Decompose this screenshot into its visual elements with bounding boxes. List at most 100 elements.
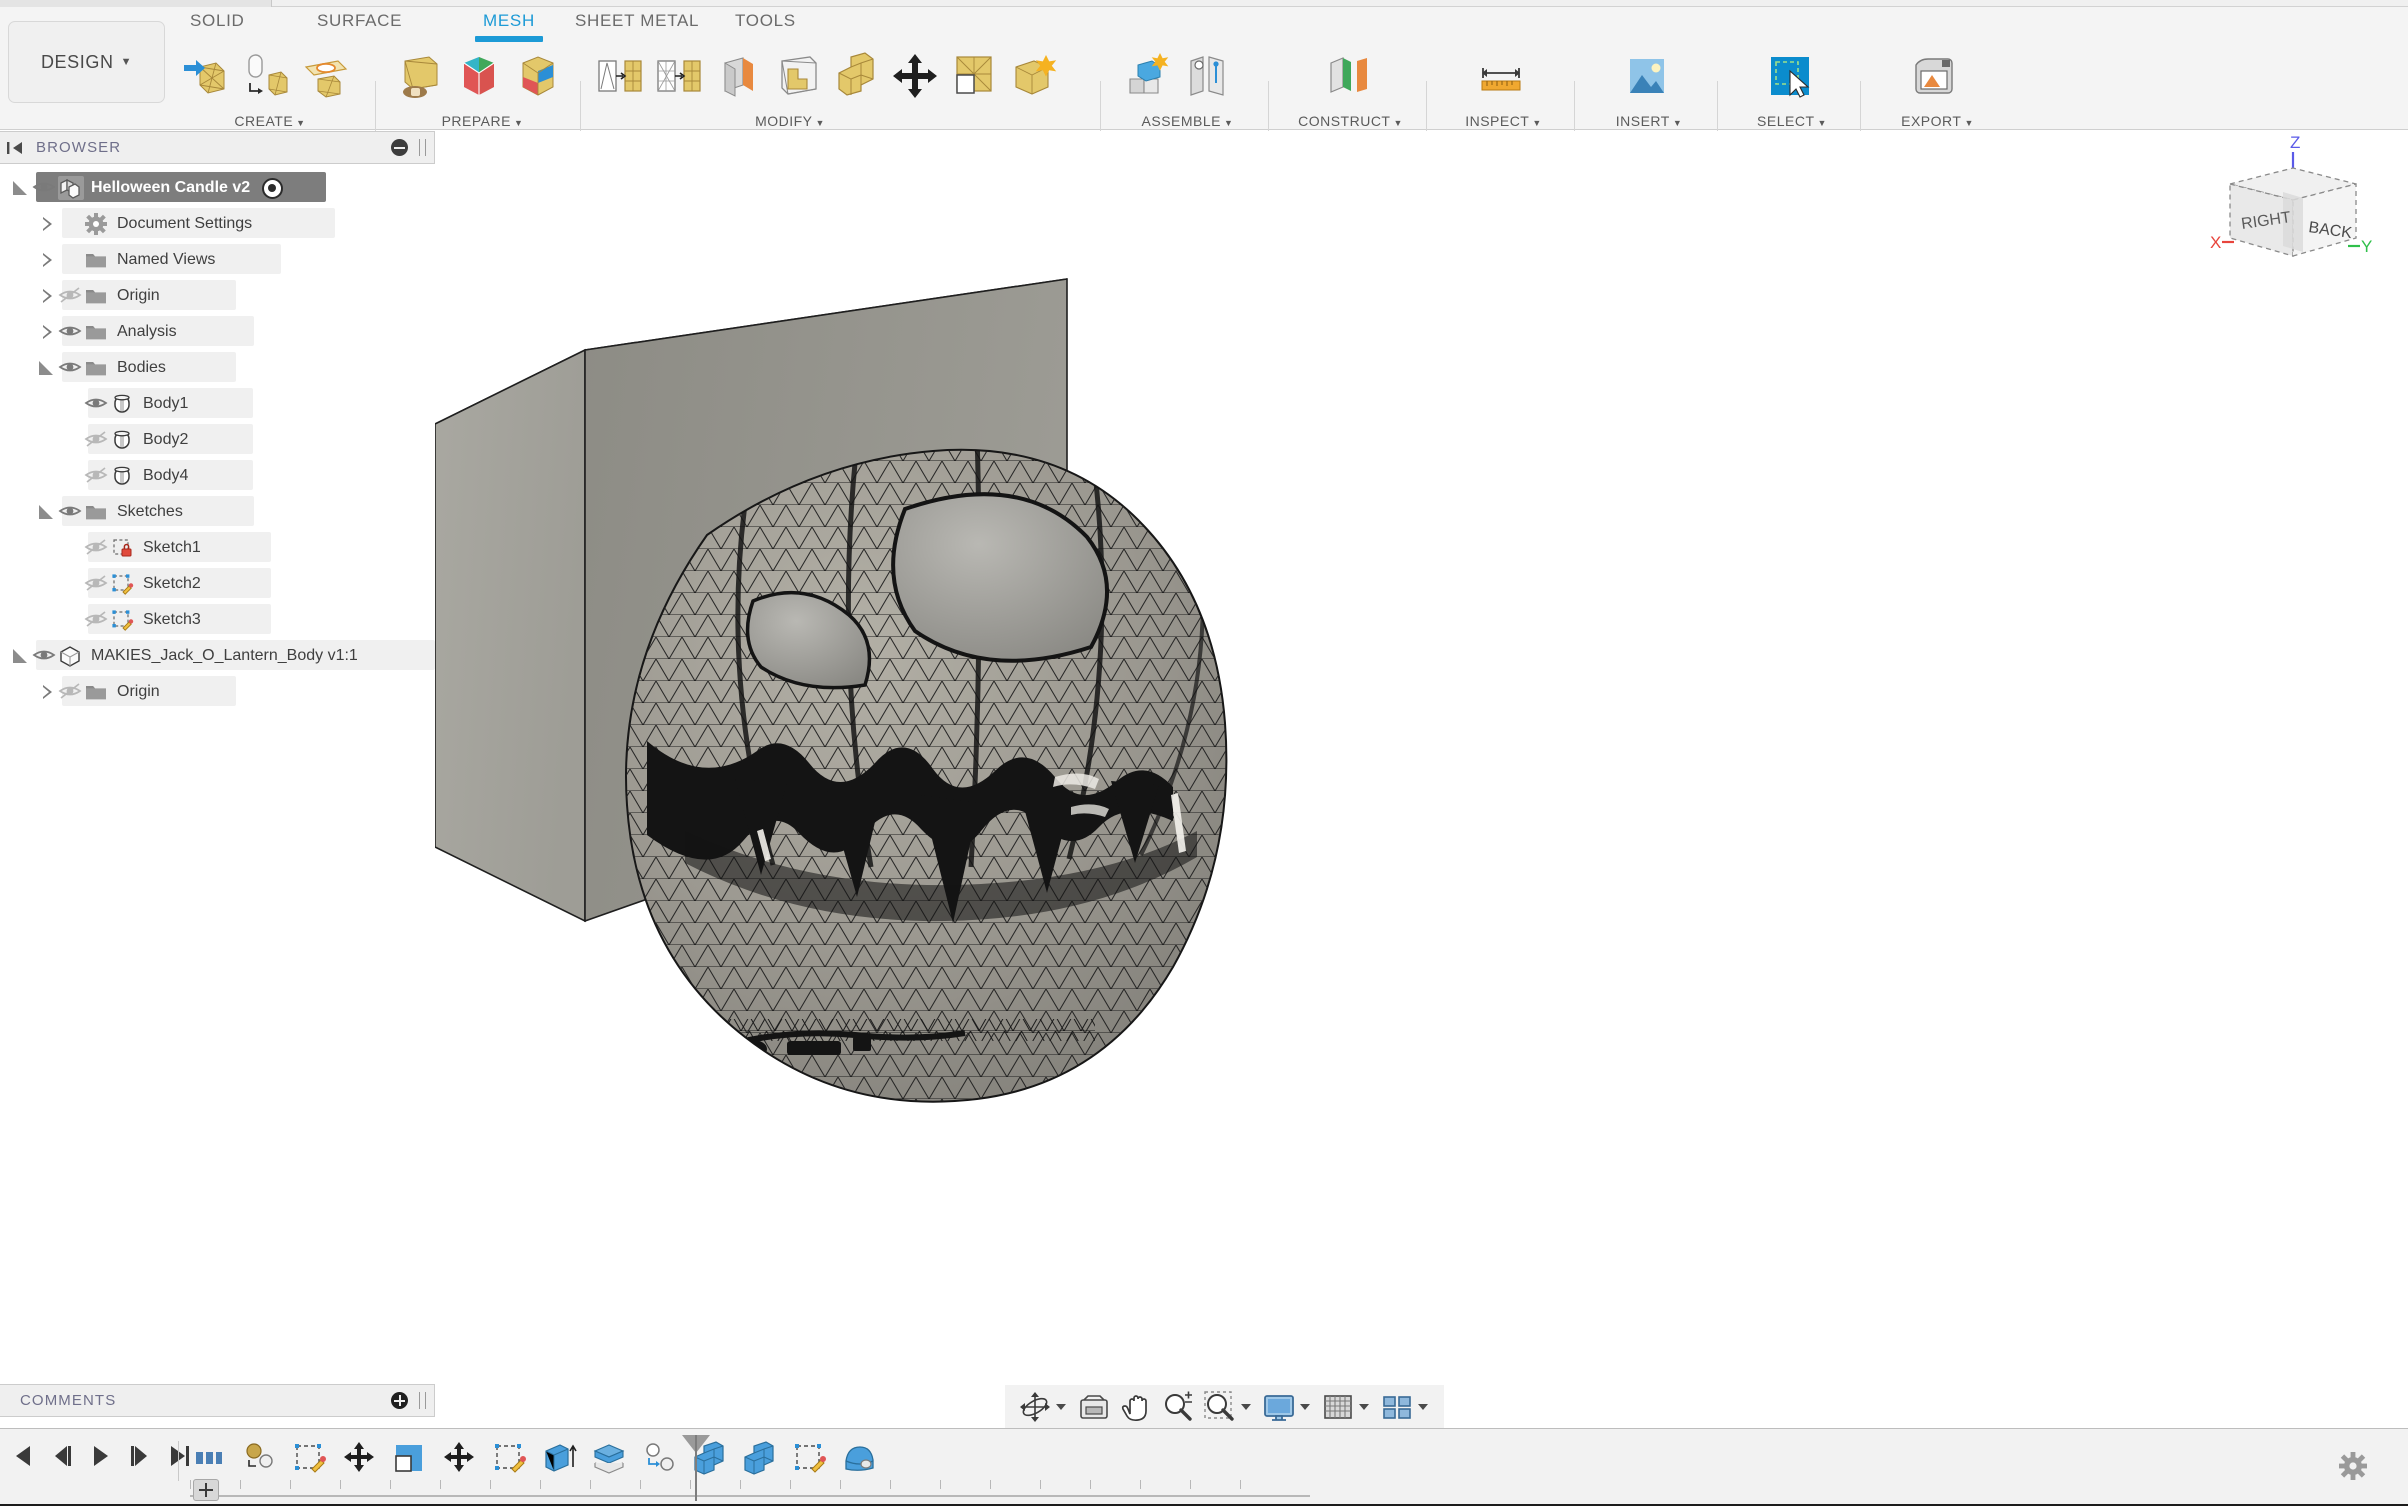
nav-viewports[interactable] xyxy=(1377,1387,1434,1427)
chevron-down-icon[interactable] xyxy=(1418,1404,1428,1410)
mesh-from-brep-icon[interactable] xyxy=(241,51,291,101)
step-back-icon[interactable] xyxy=(49,1443,75,1469)
doc-settings-icon[interactable] xyxy=(190,1439,228,1477)
extrude-up-icon[interactable] xyxy=(540,1439,578,1477)
eye-visible-icon[interactable] xyxy=(58,321,84,343)
browser-item-sketch1[interactable]: Sketch1 xyxy=(0,530,435,566)
browser-item-bodies[interactable]: Bodies xyxy=(0,350,435,386)
reverse-normal-icon[interactable] xyxy=(654,51,704,101)
browser-item-sketch2[interactable]: Sketch2 xyxy=(0,566,435,602)
expand-arrow-closed-icon[interactable] xyxy=(36,249,58,271)
create-mesh-section-icon[interactable] xyxy=(300,51,350,101)
chevron-down-icon[interactable] xyxy=(1300,1404,1310,1410)
tab-tools[interactable]: TOOLS xyxy=(735,11,796,31)
extrude-icon[interactable] xyxy=(390,1439,428,1477)
eye-visible-icon[interactable] xyxy=(32,177,58,199)
eye-hidden-icon[interactable] xyxy=(84,609,110,631)
expand-arrow-closed-icon[interactable] xyxy=(36,213,58,235)
3d-viewport[interactable]: Z RIGHT BACK X Y xyxy=(435,131,2408,1363)
eye-hidden-icon[interactable] xyxy=(84,429,110,451)
chevron-down-icon[interactable] xyxy=(1056,1404,1066,1410)
measure-icon[interactable] xyxy=(1476,51,1526,101)
combine-icon[interactable] xyxy=(740,1439,778,1477)
revolve-icon[interactable] xyxy=(840,1439,878,1477)
eye-hidden-icon[interactable] xyxy=(84,465,110,487)
timeline-expand-button[interactable] xyxy=(193,1479,219,1501)
expand-arrow-open-icon[interactable] xyxy=(36,357,58,379)
activate-component-icon[interactable] xyxy=(262,177,284,199)
collapse-left-icon[interactable] xyxy=(7,140,23,156)
browser-item-analysis[interactable]: Analysis xyxy=(0,314,435,350)
move-icon[interactable] xyxy=(440,1439,478,1477)
nav-grid-snaps[interactable] xyxy=(1318,1387,1375,1427)
eye-hidden-icon[interactable] xyxy=(58,681,84,703)
timeline-end-marker[interactable] xyxy=(682,1435,710,1501)
panel-resize-grip[interactable] xyxy=(419,139,426,156)
browser-item-makies-jack-o-lantern-body-v1-1[interactable]: MAKIES_Jack_O_Lantern_Body v1:1 xyxy=(0,638,435,674)
sketch-icon[interactable] xyxy=(290,1439,328,1477)
plane-cut-icon[interactable] xyxy=(713,51,763,101)
select-window-icon[interactable] xyxy=(1765,51,1815,101)
expand-arrow-open-icon[interactable] xyxy=(10,645,32,667)
insert-image-icon[interactable] xyxy=(1622,51,1672,101)
split-body-icon[interactable] xyxy=(590,1439,628,1477)
press-pull-icon[interactable] xyxy=(772,51,822,101)
construct-plane-icon[interactable] xyxy=(1323,51,1373,101)
chevron-down-icon[interactable] xyxy=(1241,1404,1251,1410)
browser-item-origin[interactable]: Origin xyxy=(0,278,435,314)
timeline-track[interactable] xyxy=(190,1480,1310,1497)
separate-icon[interactable] xyxy=(949,51,999,101)
sketch-icon[interactable] xyxy=(490,1439,528,1477)
chevron-down-icon[interactable] xyxy=(1359,1404,1369,1410)
eye-visible-icon[interactable] xyxy=(58,501,84,523)
nav-orbit[interactable] xyxy=(1015,1387,1072,1427)
document-tab[interactable] xyxy=(0,0,272,7)
joint-icon[interactable] xyxy=(1183,51,1233,101)
nav-pan[interactable] xyxy=(1116,1387,1156,1427)
browser-item-body2[interactable]: Body2 xyxy=(0,422,435,458)
nav-zoom-window[interactable] xyxy=(1200,1387,1257,1427)
browser-item-body1[interactable]: Body1 xyxy=(0,386,435,422)
eye-hidden-icon[interactable] xyxy=(58,285,84,307)
expand-arrow-closed-icon[interactable] xyxy=(36,321,58,343)
play-icon[interactable] xyxy=(88,1443,114,1469)
move-icon[interactable] xyxy=(340,1439,378,1477)
nav-display-settings[interactable] xyxy=(1259,1387,1316,1427)
panel-resize-grip[interactable] xyxy=(419,1392,426,1409)
tab-solid[interactable]: SOLID xyxy=(190,11,245,31)
view-cube[interactable]: Z RIGHT BACK X Y xyxy=(2198,131,2388,286)
eye-hidden-icon[interactable] xyxy=(84,537,110,559)
align-icon[interactable] xyxy=(640,1439,678,1477)
move-copy-icon[interactable] xyxy=(890,51,940,101)
plus-icon[interactable] xyxy=(391,1392,408,1409)
browser-item-origin[interactable]: Origin xyxy=(0,674,435,710)
minus-icon[interactable] xyxy=(391,139,408,156)
nav-look-at[interactable] xyxy=(1074,1387,1114,1427)
skip-start-icon[interactable] xyxy=(10,1443,36,1469)
insert-mesh-icon[interactable] xyxy=(240,1439,278,1477)
create-mesh-icon[interactable] xyxy=(182,51,232,101)
step-forward-icon[interactable] xyxy=(127,1443,153,1469)
combine-icon[interactable] xyxy=(831,51,881,101)
gear-icon[interactable] xyxy=(2338,1451,2368,1481)
tab-mesh[interactable]: MESH xyxy=(475,11,543,42)
repair-mesh-icon[interactable] xyxy=(1008,51,1058,101)
remesh-icon[interactable] xyxy=(395,51,445,101)
eye-visible-icon[interactable] xyxy=(84,393,110,415)
mesh-segment-icon[interactable] xyxy=(454,51,504,101)
expand-arrow-closed-icon[interactable] xyxy=(36,681,58,703)
convert-mesh-icon[interactable] xyxy=(595,51,645,101)
skip-end-icon[interactable] xyxy=(166,1443,192,1469)
browser-item-sketches[interactable]: Sketches xyxy=(0,494,435,530)
sketch-icon[interactable] xyxy=(790,1439,828,1477)
tab-sheet-metal[interactable]: SHEET METAL xyxy=(575,11,699,31)
eye-visible-icon[interactable] xyxy=(58,357,84,379)
export-icon[interactable] xyxy=(1908,51,1958,101)
tab-surface[interactable]: SURFACE xyxy=(317,11,402,31)
expand-arrow-open-icon[interactable] xyxy=(10,177,32,199)
new-component-icon[interactable] xyxy=(1124,51,1174,101)
workspace-selector[interactable]: DESIGN ▼ xyxy=(8,21,165,103)
browser-item-sketch3[interactable]: Sketch3 xyxy=(0,602,435,638)
merge-bodies-icon[interactable] xyxy=(513,51,563,101)
eye-hidden-icon[interactable] xyxy=(84,573,110,595)
